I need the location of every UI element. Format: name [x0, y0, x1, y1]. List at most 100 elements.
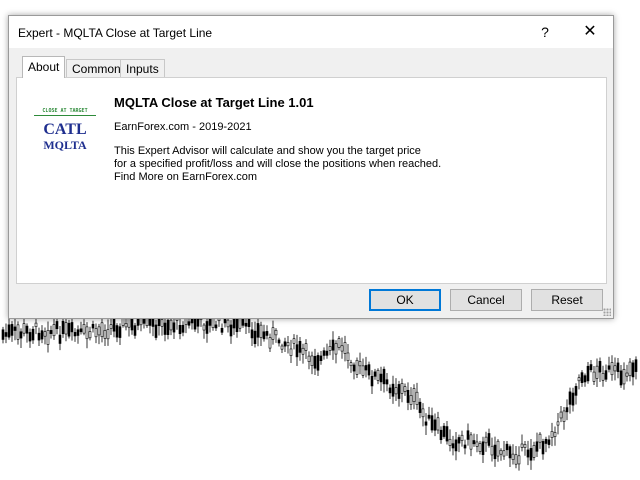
candle-body: [343, 342, 347, 354]
candle-body: [427, 414, 431, 419]
candle-body: [22, 323, 26, 334]
candle-body: [4, 332, 8, 337]
candle-body: [172, 322, 176, 333]
candle-body: [112, 318, 116, 332]
candle-body: [577, 377, 581, 382]
ok-button[interactable]: OK: [369, 289, 441, 311]
candle-body: [76, 329, 80, 336]
close-icon[interactable]: ✕: [568, 16, 612, 48]
candle-body: [514, 454, 518, 465]
candle-body: [289, 348, 293, 356]
candle-body: [31, 328, 35, 341]
candle-body: [340, 345, 344, 352]
candle-body: [205, 321, 209, 334]
candle-body: [595, 365, 599, 379]
candle-body: [442, 425, 446, 437]
candle-body: [457, 437, 461, 444]
candle-body: [517, 455, 521, 465]
candle-body: [448, 438, 452, 446]
candle-body: [553, 432, 557, 437]
candle-body: [613, 365, 617, 372]
candle-body: [166, 319, 170, 335]
candle-body: [28, 332, 32, 342]
candle-body: [556, 421, 560, 426]
candle-body: [46, 330, 50, 345]
candle-body: [226, 319, 230, 328]
candle-body: [106, 328, 110, 340]
candle-body: [496, 440, 500, 457]
candle-body: [592, 371, 596, 382]
logo-title: CATL: [43, 121, 87, 138]
candle-body: [484, 436, 488, 444]
candle-body: [478, 443, 482, 452]
reset-button[interactable]: Reset: [531, 289, 603, 311]
candle-body: [634, 359, 638, 372]
candle-body: [55, 321, 59, 330]
candle-body: [568, 391, 572, 405]
candle-body: [250, 329, 254, 339]
candle-body: [52, 324, 56, 337]
candle-body: [196, 317, 200, 327]
about-panel: CLOSE AT TARGET CATL MQLTA MQLTA Close a…: [16, 77, 607, 284]
description-line: Find More on EarnForex.com: [114, 171, 258, 183]
candle-body: [490, 445, 494, 456]
candle-body: [586, 365, 590, 382]
candle-body: [505, 443, 509, 451]
candle-body: [619, 370, 623, 386]
candle-body: [331, 339, 335, 351]
candle-body: [523, 444, 527, 448]
candle-body: [421, 408, 425, 418]
cancel-button[interactable]: Cancel: [450, 289, 522, 311]
candle-body: [94, 328, 98, 338]
candle-body: [466, 430, 470, 440]
logo-caption: CLOSE AT TARGET: [42, 108, 88, 114]
tab-inputs[interactable]: Inputs: [120, 59, 165, 78]
candle-body: [337, 338, 341, 348]
help-button[interactable]: ?: [523, 16, 567, 48]
candle-body: [400, 383, 404, 394]
candle-body: [304, 343, 308, 351]
candle-body: [181, 324, 185, 333]
candle-body: [295, 344, 299, 358]
candle-body: [277, 339, 281, 344]
candle-body: [562, 410, 566, 422]
candle-body: [37, 332, 41, 341]
candle-body: [115, 325, 119, 338]
candle-body: [385, 379, 389, 385]
candle-body: [526, 449, 530, 458]
candle-body: [154, 324, 158, 338]
candle-body: [214, 324, 218, 329]
candle-body: [100, 322, 104, 337]
candle-body: [589, 364, 593, 371]
candle-body: [463, 444, 467, 449]
candle-body: [70, 322, 74, 333]
candle-body: [118, 326, 122, 338]
candle-body: [574, 386, 578, 396]
candle-body: [352, 364, 356, 372]
candle-body: [133, 325, 137, 336]
candle-body: [274, 329, 278, 336]
candle-body: [325, 350, 329, 356]
resize-grip[interactable]: [603, 308, 611, 316]
candle-body: [220, 327, 224, 333]
candle-body: [316, 355, 320, 371]
candle-body: [262, 331, 266, 340]
candle-body: [583, 375, 587, 383]
candle-body: [601, 373, 605, 381]
candle-body: [43, 331, 47, 337]
candle-body: [364, 365, 368, 371]
candle-body: [58, 334, 62, 344]
logo-underline: [34, 115, 96, 116]
candle-body: [436, 417, 440, 431]
candle-body: [565, 407, 569, 413]
candle-body: [346, 352, 350, 362]
tab-common[interactable]: Common: [66, 59, 127, 78]
candle-body: [160, 319, 164, 327]
candle-body: [358, 361, 362, 367]
tab-about[interactable]: About: [22, 56, 66, 78]
candle-body: [445, 426, 449, 442]
candle-body: [286, 342, 290, 347]
candle-body: [148, 318, 152, 326]
candle-body: [538, 433, 542, 443]
candle-body: [520, 443, 524, 448]
